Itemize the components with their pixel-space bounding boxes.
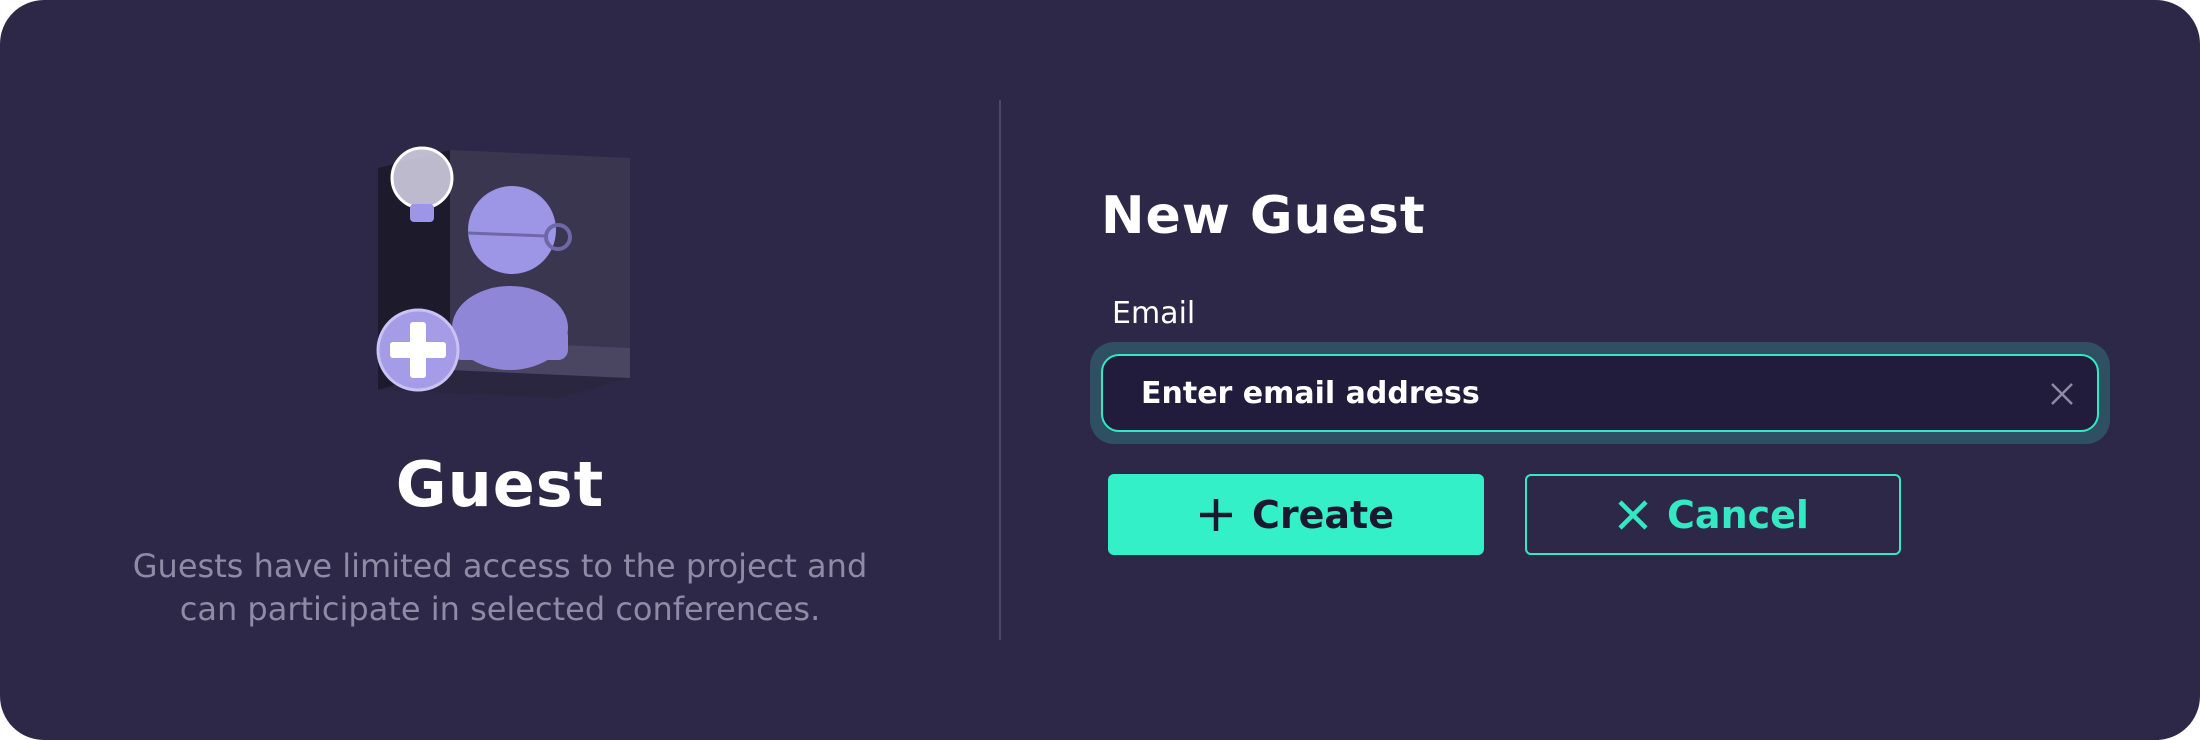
new-guest-dialog: Guest Guests have limited access to the … bbox=[0, 0, 2200, 740]
guest-add-illustration bbox=[376, 146, 630, 398]
create-button-label: Create bbox=[1252, 492, 1394, 537]
role-title: Guest bbox=[395, 448, 605, 521]
cancel-button-label: Cancel bbox=[1667, 492, 1809, 537]
panel-divider bbox=[999, 100, 1001, 640]
cancel-button[interactable]: Cancel bbox=[1525, 474, 1901, 555]
close-icon[interactable] bbox=[2048, 380, 2076, 408]
email-label: Email bbox=[1112, 296, 1196, 331]
form-title: New Guest bbox=[1101, 186, 1426, 246]
close-icon bbox=[1618, 499, 1648, 530]
plus-icon bbox=[1200, 498, 1232, 531]
role-info-panel: Guest Guests have limited access to the … bbox=[0, 0, 1000, 740]
create-button[interactable]: Create bbox=[1108, 474, 1484, 555]
email-input[interactable] bbox=[1101, 354, 2099, 432]
role-description-line-1: Guests have limited access to the projec… bbox=[132, 547, 868, 585]
role-description: Guests have limited access to the projec… bbox=[100, 545, 900, 631]
role-description-line-2: can participate in selected conferences. bbox=[179, 590, 821, 628]
